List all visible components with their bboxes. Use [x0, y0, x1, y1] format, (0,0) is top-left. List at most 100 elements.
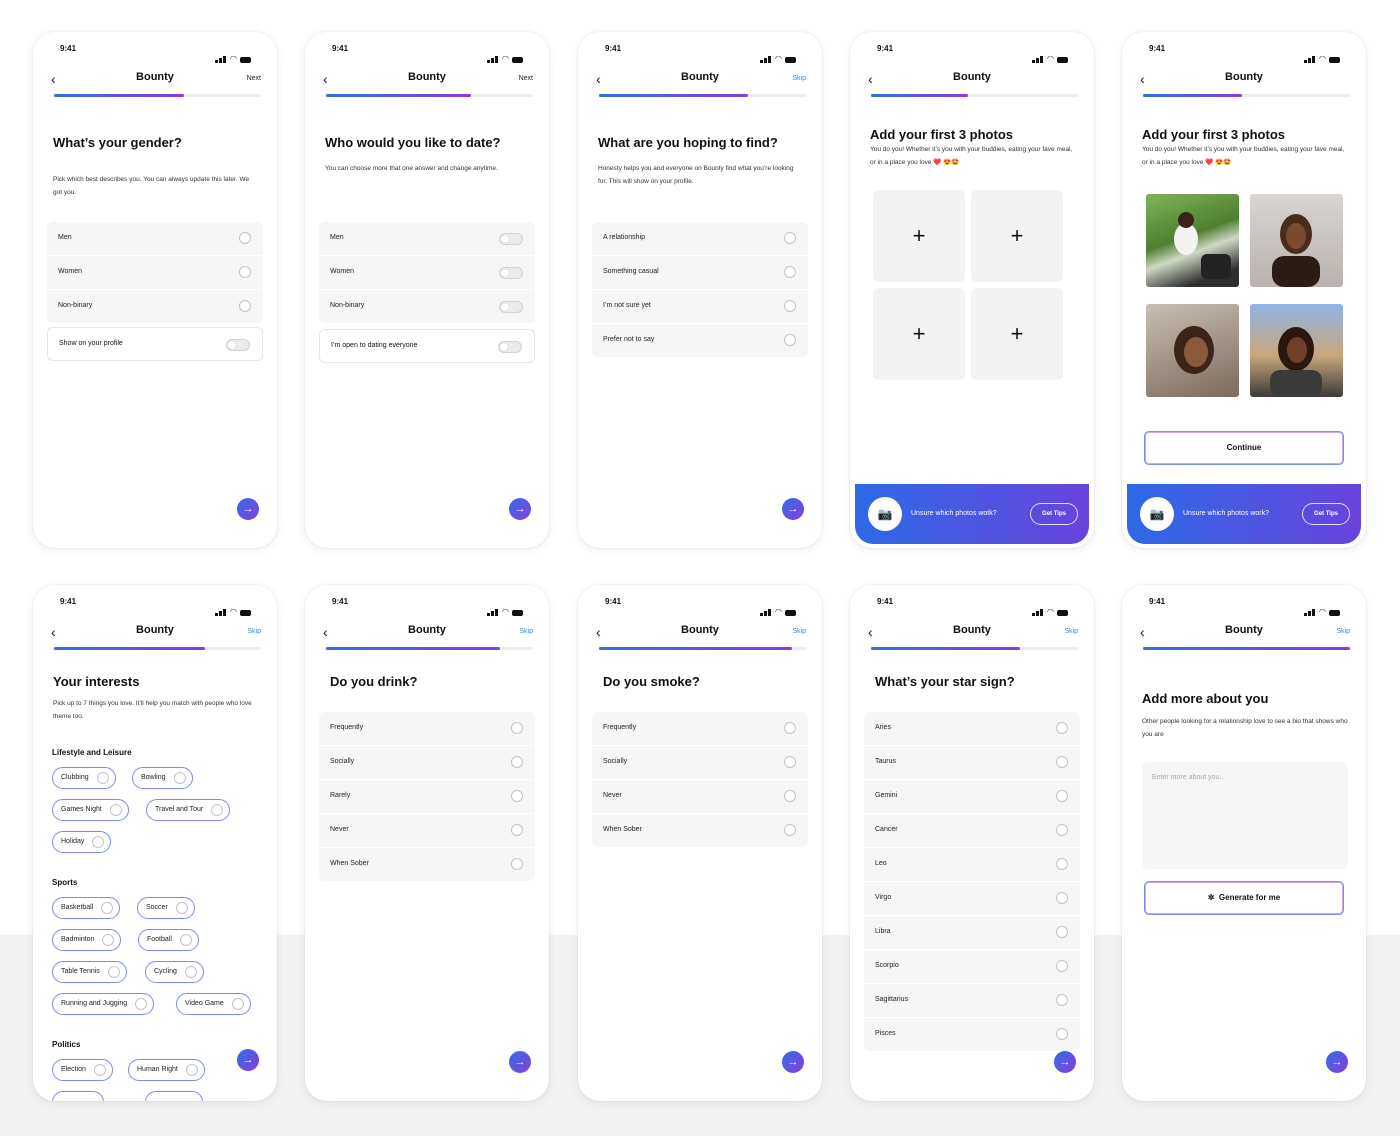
- next-arrow-button[interactable]: →: [509, 498, 531, 520]
- interest-chip[interactable]: Badminton: [52, 929, 122, 951]
- option-row[interactable]: Scorpio: [864, 950, 1080, 984]
- user-photo[interactable]: [1146, 304, 1239, 397]
- option-row[interactable]: Libra: [864, 916, 1080, 950]
- interest-chip[interactable]: Election: [52, 1059, 113, 1081]
- radio-button[interactable]: [1056, 892, 1068, 904]
- skip-link[interactable]: Skip: [792, 628, 806, 635]
- next-link[interactable]: Next: [247, 75, 261, 82]
- interest-chip[interactable]: Running and Jugging: [52, 993, 155, 1015]
- option-row[interactable]: Socially: [592, 746, 808, 780]
- option-row[interactable]: Men: [319, 222, 535, 256]
- radio-button[interactable]: [511, 756, 523, 768]
- option-row[interactable]: Pisces: [864, 1018, 1080, 1051]
- option-toggle[interactable]: [499, 301, 523, 313]
- option-row[interactable]: Socially: [319, 746, 535, 780]
- radio-button[interactable]: [1056, 858, 1068, 870]
- skip-link[interactable]: Skip: [1064, 628, 1078, 635]
- interest-chip[interactable]: Games Night: [52, 799, 129, 821]
- interest-chip[interactable]: Travel and Tour: [146, 799, 231, 821]
- option-row[interactable]: When Sober: [319, 848, 535, 881]
- option-row[interactable]: Never: [592, 780, 808, 814]
- open-to-everyone-toggle[interactable]: [498, 341, 522, 353]
- add-photo-slot[interactable]: +: [873, 190, 965, 282]
- option-row[interactable]: Sagittarius: [864, 984, 1080, 1018]
- radio-button[interactable]: [784, 756, 796, 768]
- interest-chip[interactable]: Soccer: [137, 897, 195, 919]
- interest-chip-partial[interactable]: [145, 1091, 203, 1101]
- radio-button[interactable]: [1056, 722, 1068, 734]
- option-row[interactable]: Rarely: [319, 780, 535, 814]
- option-row[interactable]: Non-binary: [47, 290, 263, 323]
- radio-button[interactable]: [239, 232, 251, 244]
- interest-chip[interactable]: Table Tennis: [52, 961, 127, 983]
- option-row[interactable]: Something casual: [592, 256, 808, 290]
- radio-button[interactable]: [239, 300, 251, 312]
- interest-chip[interactable]: Clubbing: [52, 767, 116, 789]
- next-arrow-button[interactable]: →: [1054, 1051, 1076, 1073]
- radio-button[interactable]: [1056, 824, 1068, 836]
- radio-button[interactable]: [784, 266, 796, 278]
- option-row[interactable]: Virgo: [864, 882, 1080, 916]
- skip-link[interactable]: Skip: [519, 628, 533, 635]
- skip-link[interactable]: Skip: [792, 75, 806, 82]
- get-tips-button[interactable]: Get Tips: [1030, 503, 1078, 525]
- continue-button[interactable]: Continue: [1144, 431, 1344, 465]
- interest-chip[interactable]: Holiday: [52, 831, 112, 853]
- next-arrow-button[interactable]: →: [509, 1051, 531, 1073]
- option-row[interactable]: When Sober: [592, 814, 808, 847]
- skip-link[interactable]: Skip: [1336, 628, 1350, 635]
- option-row[interactable]: Prefer not to say: [592, 324, 808, 357]
- option-row[interactable]: Gemini: [864, 780, 1080, 814]
- option-toggle[interactable]: [499, 267, 523, 279]
- radio-button[interactable]: [1056, 994, 1068, 1006]
- option-row[interactable]: Leo: [864, 848, 1080, 882]
- radio-button[interactable]: [1056, 1028, 1068, 1040]
- option-row[interactable]: Aries: [864, 712, 1080, 746]
- add-photo-slot[interactable]: +: [971, 190, 1063, 282]
- option-row[interactable]: Women: [319, 256, 535, 290]
- interest-chip[interactable]: Bowling: [132, 767, 193, 789]
- next-arrow-button[interactable]: →: [782, 1051, 804, 1073]
- skip-link[interactable]: Skip: [247, 628, 261, 635]
- option-row[interactable]: Frequently: [592, 712, 808, 746]
- get-tips-button[interactable]: Get Tips: [1302, 503, 1350, 525]
- radio-button[interactable]: [1056, 926, 1068, 938]
- radio-button[interactable]: [1056, 756, 1068, 768]
- option-row[interactable]: A relationship: [592, 222, 808, 256]
- option-row[interactable]: I’m not sure yet: [592, 290, 808, 324]
- next-arrow-button[interactable]: →: [237, 1049, 259, 1071]
- interest-chip[interactable]: Football: [138, 929, 199, 951]
- radio-button[interactable]: [1056, 790, 1068, 802]
- radio-button[interactable]: [511, 858, 523, 870]
- interest-chip[interactable]: Video Game: [176, 993, 251, 1015]
- radio-button[interactable]: [1056, 960, 1068, 972]
- interest-chip-partial[interactable]: [52, 1091, 104, 1101]
- option-row[interactable]: Women: [47, 256, 263, 290]
- option-row[interactable]: Taurus: [864, 746, 1080, 780]
- option-toggle[interactable]: [499, 233, 523, 245]
- interest-chip[interactable]: Human Right: [128, 1059, 205, 1081]
- generate-button[interactable]: ✲ Generate for me: [1144, 881, 1344, 915]
- option-row[interactable]: Frequently: [319, 712, 535, 746]
- option-row[interactable]: Cancer: [864, 814, 1080, 848]
- interest-chip[interactable]: Cycling: [145, 961, 204, 983]
- bio-textarea[interactable]: [1142, 762, 1348, 869]
- radio-button[interactable]: [511, 824, 523, 836]
- add-photo-slot[interactable]: +: [873, 288, 965, 380]
- add-photo-slot[interactable]: +: [971, 288, 1063, 380]
- user-photo[interactable]: [1250, 304, 1343, 397]
- option-row[interactable]: Men: [47, 222, 263, 256]
- option-row[interactable]: Non-binary: [319, 290, 535, 323]
- radio-button[interactable]: [784, 334, 796, 346]
- radio-button[interactable]: [784, 790, 796, 802]
- next-arrow-button[interactable]: →: [782, 498, 804, 520]
- next-arrow-button[interactable]: →: [1326, 1051, 1348, 1073]
- radio-button[interactable]: [784, 232, 796, 244]
- show-on-profile-toggle[interactable]: [226, 339, 250, 351]
- radio-button[interactable]: [239, 266, 251, 278]
- next-link[interactable]: Next: [519, 75, 533, 82]
- radio-button[interactable]: [784, 300, 796, 312]
- option-row[interactable]: Never: [319, 814, 535, 848]
- radio-button[interactable]: [511, 790, 523, 802]
- user-photo[interactable]: [1146, 194, 1239, 287]
